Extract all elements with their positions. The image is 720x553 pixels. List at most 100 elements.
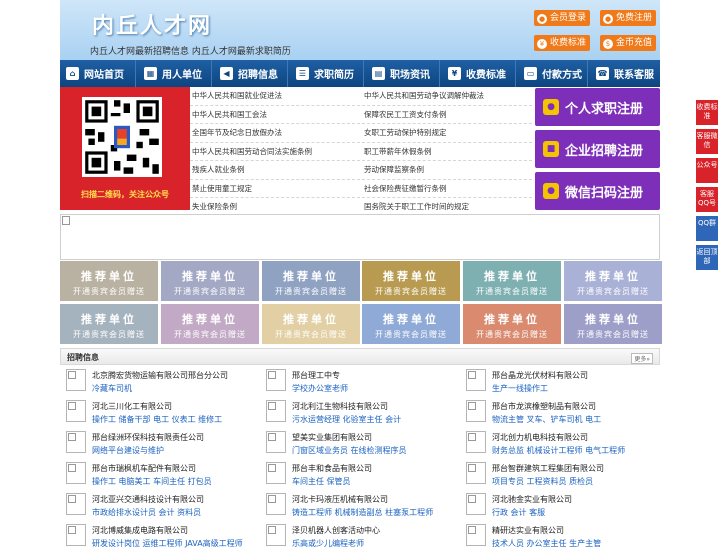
job-positions[interactable]: 操作工 电脑美工 车间主任 打包员 (92, 476, 212, 487)
job-positions[interactable]: 车间主任 保管员 (292, 476, 351, 487)
law-link[interactable]: 全国年节及纪念日放假办法 (190, 124, 360, 143)
recommend-tile[interactable]: 推荐单位 开通贵宾会员赠送 (463, 261, 561, 301)
recommend-tile[interactable]: 推荐单位 开通贵宾会员赠送 (463, 304, 561, 344)
company-logo[interactable] (66, 400, 86, 422)
company-logo[interactable] (466, 369, 486, 391)
company-logo[interactable] (266, 524, 286, 546)
free-register-button[interactable]: ● 免费注册 (600, 10, 657, 26)
float-button[interactable]: 客服微信 (696, 129, 718, 154)
company-logo[interactable] (66, 524, 86, 546)
law-link[interactable]: 社会保险费征缴暂行条例 (362, 180, 532, 198)
company-name[interactable]: 北京腾宏货物运输有限公司邢台分公司 (92, 370, 228, 381)
company-logo[interactable] (266, 493, 286, 515)
recommend-tile[interactable]: 推荐单位 开通贵宾会员赠送 (161, 304, 259, 344)
company-name[interactable]: 邢台智群建筑工程集团有限公司 (492, 463, 604, 474)
coin-recharge-button[interactable]: $ 金币充值 (600, 35, 657, 51)
company-name[interactable]: 河北驰金实业有限公司 (492, 494, 572, 505)
float-button[interactable]: 公众号 (696, 158, 718, 183)
company-name[interactable]: 邢台市龙滨橡塑制品有限公司 (492, 401, 596, 412)
job-positions[interactable]: 行政 会计 客服 (492, 507, 545, 518)
company-logo[interactable] (466, 400, 486, 422)
company-name[interactable]: 邢台丰和食品有限公司 (292, 463, 372, 474)
nav-item-employers[interactable]: ▦ 用人单位 (136, 60, 212, 87)
more-link[interactable]: 更多» (631, 353, 653, 364)
company-name[interactable]: 邢台理工中专 (292, 370, 340, 381)
law-link[interactable]: 职工带薪年休假条例 (362, 143, 532, 161)
nav-item-jobs[interactable]: ◀ 招聘信息 (212, 60, 288, 87)
banner-image[interactable] (60, 214, 660, 260)
company-name[interactable]: 河北三川化工有限公司 (92, 401, 172, 412)
company-logo[interactable] (266, 431, 286, 453)
job-positions[interactable]: 门窗区域业务员 在线检测程序员 (292, 445, 407, 456)
recommend-tile[interactable]: 推荐单位 开通贵宾会员赠送 (564, 304, 662, 344)
company-name[interactable]: 河北亚兴交通科技设计有限公司 (92, 494, 204, 505)
wechat-register-button[interactable]: ● 微信扫码注册 (535, 172, 660, 210)
nav-item-payment[interactable]: ▭ 付款方式 (516, 60, 588, 87)
nav-item-home[interactable]: ⌂ 网站首页 (60, 60, 136, 87)
company-logo[interactable] (466, 431, 486, 453)
law-link[interactable]: 劳动保障监察条例 (362, 161, 532, 180)
company-logo[interactable] (66, 493, 86, 515)
company-name[interactable]: 邢台晶龙光伏材料有限公司 (492, 370, 588, 381)
recommend-tile[interactable]: 推荐单位 开通贵宾会员赠送 (60, 304, 158, 344)
company-logo[interactable] (466, 524, 486, 546)
law-link[interactable]: 中华人民共和国劳动争议调解仲裁法 (362, 87, 532, 106)
company-name[interactable]: 河北卡玛液压机械有限公司 (292, 494, 388, 505)
job-positions[interactable]: 操作工 储备干部 电工 仪表工 维修工 (92, 414, 222, 425)
company-name[interactable]: 河北利江生物科技有限公司 (292, 401, 388, 412)
site-title[interactable]: 内丘人才网 (92, 8, 212, 40)
company-logo[interactable] (66, 431, 86, 453)
company-name[interactable]: 精研达实业有限公司 (492, 525, 564, 536)
law-link[interactable]: 女职工劳动保护特别规定 (362, 124, 532, 143)
recommend-tile[interactable]: 推荐单位 开通贵宾会员赠送 (60, 261, 158, 301)
company-name[interactable]: 望美实业集团有限公司 (292, 432, 372, 443)
company-logo[interactable] (466, 462, 486, 484)
nav-item-news[interactable]: ▤ 职场资讯 (364, 60, 440, 87)
user-icon: ● (537, 14, 547, 24)
company-logo[interactable] (466, 493, 486, 515)
job-positions[interactable]: 污水运营经理 化验室主任 会计 (292, 414, 401, 425)
company-logo[interactable] (66, 462, 86, 484)
company-logo[interactable] (266, 400, 286, 422)
nav-item-resumes[interactable]: ☰ 求职简历 (288, 60, 364, 87)
law-link[interactable]: 中华人民共和国工会法 (190, 106, 360, 124)
job-positions[interactable]: 网络平台建设与维护 (92, 445, 164, 456)
law-link[interactable]: 中华人民共和国就业促进法 (190, 87, 360, 106)
recommend-tile[interactable]: 推荐单位 开通贵宾会员赠送 (564, 261, 662, 301)
law-link[interactable]: 保障农民工工资支付条例 (362, 106, 532, 124)
company-name[interactable]: 泽贝机器人创客活动中心 (292, 525, 380, 536)
job-positions[interactable]: 项目专员 工程资料员 质检员 (492, 476, 593, 487)
pricing-button[interactable]: ¥ 收费标准 (534, 35, 591, 51)
recommend-tile[interactable]: 推荐单位 开通贵宾会员赠送 (362, 261, 460, 301)
job-positions[interactable]: 物流主管 叉车、铲车司机 电工 (492, 414, 601, 425)
recommend-tile[interactable]: 推荐单位 开通贵宾会员赠送 (262, 304, 360, 344)
personal-register-button[interactable]: ● 个人求职注册 (535, 88, 660, 126)
company-logo[interactable] (66, 369, 86, 391)
law-link[interactable]: 残疾人就业条例 (190, 161, 360, 180)
member-login-button[interactable]: ● 会员登录 (534, 10, 591, 26)
float-button[interactable]: 收费标准 (696, 100, 718, 125)
company-logo[interactable] (266, 462, 286, 484)
law-link[interactable]: 禁止使用童工规定 (190, 180, 360, 198)
recommend-tile[interactable]: 推荐单位 开通贵宾会员赠送 (161, 261, 259, 301)
company-register-button[interactable]: ■ 企业招聘注册 (535, 130, 660, 168)
company-name[interactable]: 邢台绿洲环保科技有限责任公司 (92, 432, 204, 443)
job-positions[interactable]: 生产一线操作工 (492, 383, 548, 394)
job-positions[interactable]: 学校办公室老师 (292, 383, 348, 394)
job-positions[interactable]: 铸造工程师 机械制造副总 柱塞泵工程师 (292, 507, 433, 518)
job-positions[interactable]: 市政给排水设计员 会计 资料员 (92, 507, 201, 518)
company-name[interactable]: 河北博威集成电路有限公司 (92, 525, 188, 536)
job-positions[interactable]: 冷藏车司机 (92, 383, 132, 394)
job-positions[interactable]: 财务总监 机械设计工程师 电气工程师 (492, 445, 625, 456)
company-name[interactable]: 邢台市瑞枫机车配件有限公司 (92, 463, 196, 474)
recommend-tile[interactable]: 推荐单位 开通贵宾会员赠送 (362, 304, 460, 344)
float-button[interactable]: 返回顶部 (696, 245, 718, 270)
float-button[interactable]: 客服QQ号 (696, 187, 718, 212)
nav-item-pricing[interactable]: ¥ 收费标准 (440, 60, 516, 87)
nav-item-contact[interactable]: ☎ 联系客服 (588, 60, 660, 87)
law-link[interactable]: 中华人民共和国劳动合同法实施条例 (190, 143, 360, 161)
company-logo[interactable] (266, 369, 286, 391)
float-button[interactable]: QQ群 (696, 216, 718, 241)
recommend-tile[interactable]: 推荐单位 开通贵宾会员赠送 (262, 261, 360, 301)
company-name[interactable]: 河北创力机电科技有限公司 (492, 432, 588, 443)
